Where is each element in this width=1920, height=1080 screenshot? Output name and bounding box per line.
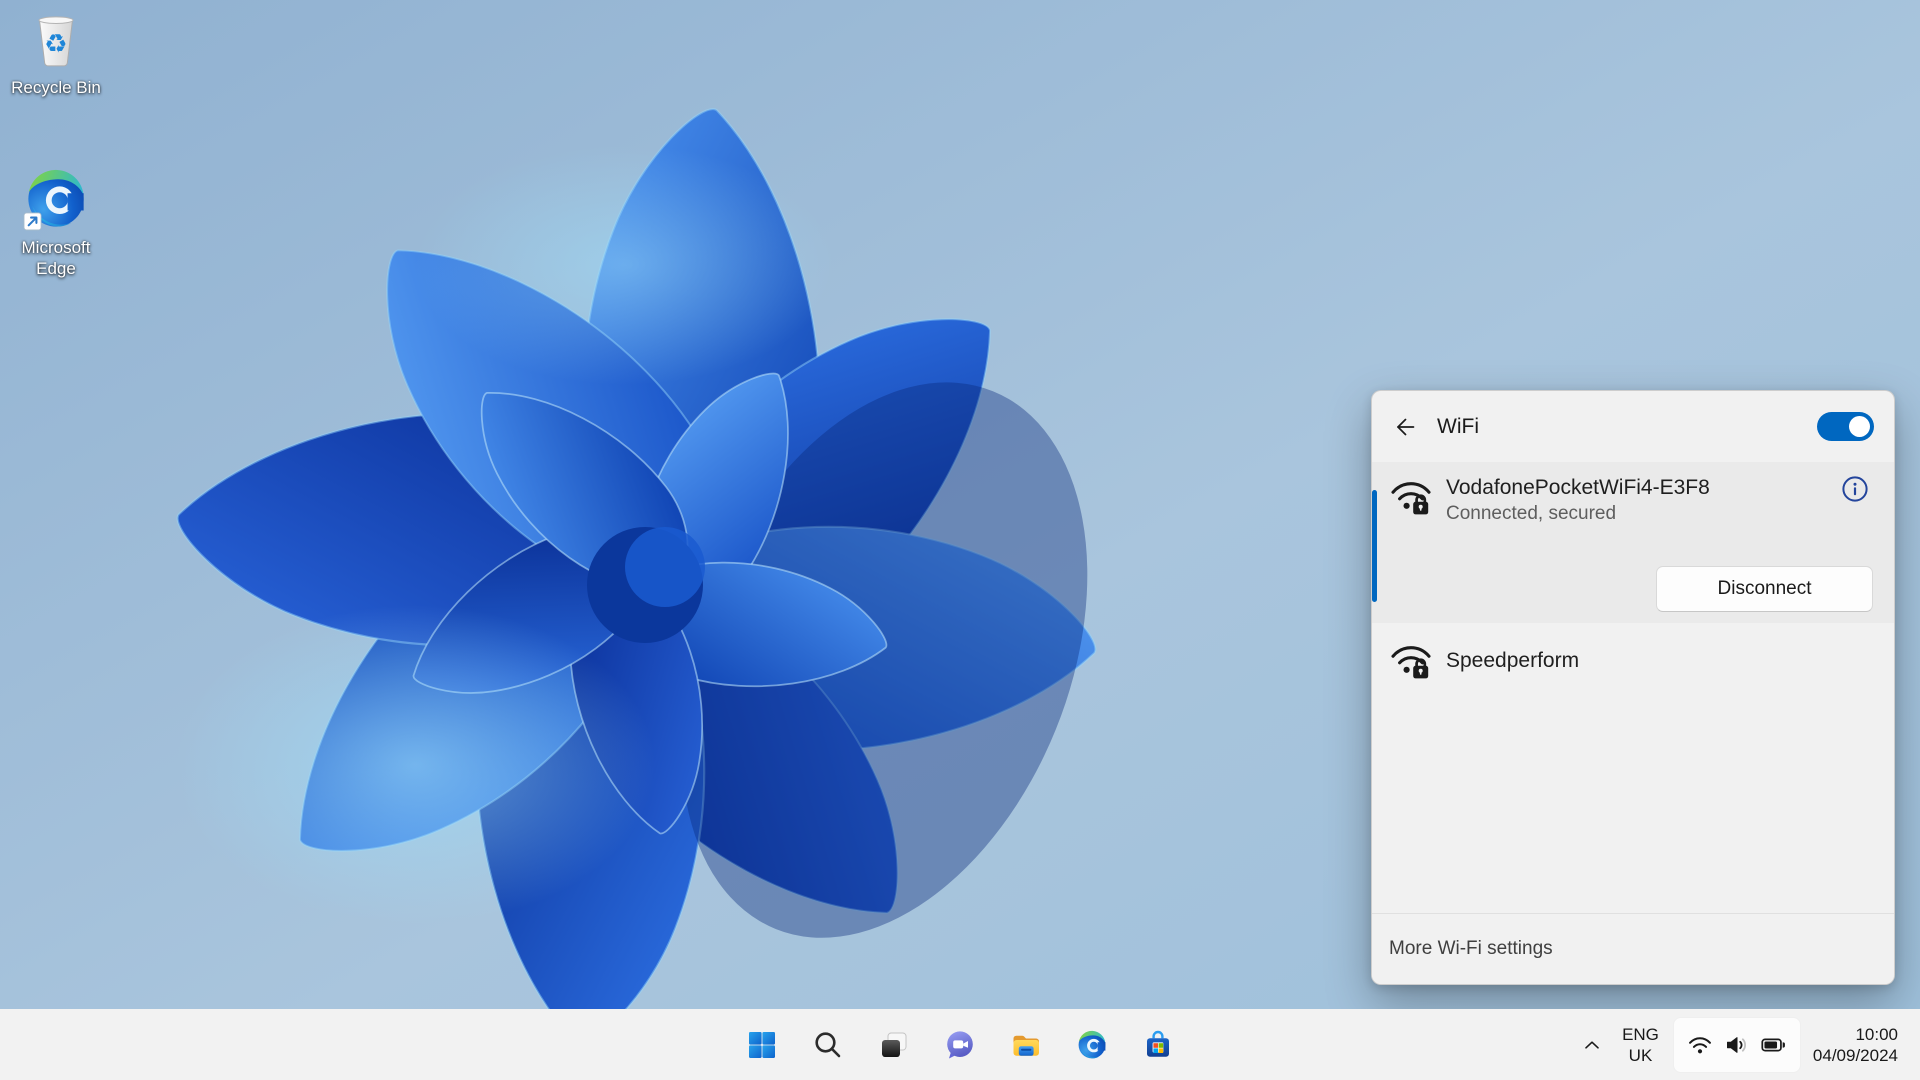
toggle-knob [1849,416,1870,437]
network-properties-button[interactable] [1840,474,1870,504]
taskbar-start-button[interactable] [745,1028,779,1062]
edge-icon [23,169,84,231]
chat-icon [947,1030,973,1058]
taskbar-task-view-button[interactable] [877,1028,911,1062]
taskbar-file-explorer-button[interactable] [1009,1028,1043,1062]
wifi-flyout-panel: WiFi VodafonePocketWiFi4-E3F8 Connected,… [1371,390,1895,985]
desktop-icon-recycle-bin[interactable]: ♻ Recycle Bin [6,10,106,98]
svg-text:♻: ♻ [44,30,67,60]
recycle-bin-icon: ♻ [38,16,74,67]
panel-title: WiFi [1437,414,1479,438]
desktop-icon-label: Recycle Bin [11,78,101,97]
edge-icon [1078,1030,1106,1058]
desktop-icon-microsoft-edge[interactable]: Microsoft Edge [6,166,106,279]
selection-accent-bar [1372,490,1377,602]
volume-icon [1726,1036,1746,1053]
wifi-secured-icon [1391,482,1431,516]
info-icon [1842,476,1868,502]
chevron-up-icon [1585,1040,1599,1049]
network-item-connected[interactable]: VodafonePocketWiFi4-E3F8 Connected, secu… [1372,462,1894,623]
more-wifi-settings-link[interactable]: More Wi-Fi settings [1372,913,1894,984]
task-view-icon [882,1032,907,1057]
file-explorer-icon [1013,1035,1039,1056]
taskbar-store-button[interactable] [1141,1028,1175,1062]
footer-label: More Wi-Fi settings [1389,938,1553,959]
taskbar-center-icons [745,1028,1175,1062]
wifi-icon [1688,1036,1711,1053]
desktop: ♻ Recycle Bin Microsoft Edge WiFi Vodafo… [0,0,1920,1080]
desktop-icon-label: Microsoft Edge [21,238,91,278]
taskbar-search-button[interactable] [811,1028,845,1062]
language-line-2: UK [1628,1045,1653,1065]
network-name: VodafonePocketWiFi4-E3F8 [1446,476,1710,499]
taskbar-tray: ENG UK 10:00 04/09/2024 [1578,1009,1898,1080]
network-item-speedperform[interactable]: Speedperform [1372,623,1894,699]
back-button[interactable] [1389,412,1419,442]
network-status: Connected, secured [1446,503,1617,524]
tray-expand-button[interactable] [1578,1028,1606,1062]
language-indicator[interactable]: ENG UK [1622,1024,1659,1066]
search-icon [815,1031,841,1057]
store-icon [1147,1030,1169,1057]
clock-date: 04/09/2024 [1812,1045,1898,1065]
network-name: Speedperform [1446,649,1580,672]
taskbar-edge-button[interactable] [1075,1028,1109,1062]
language-line-1: ENG [1622,1024,1659,1044]
clock[interactable]: 10:00 04/09/2024 [1813,1024,1898,1066]
wifi-toggle[interactable] [1817,412,1874,441]
wifi-panel-header: WiFi [1372,391,1894,462]
clock-time: 10:00 [1855,1024,1898,1044]
battery-icon [1761,1038,1785,1051]
taskbar: ENG UK 10:00 04/09/2024 [0,1009,1920,1080]
back-arrow-icon [1397,418,1415,435]
disconnect-button[interactable]: Disconnect [1656,566,1873,612]
taskbar-chat-button[interactable] [943,1028,977,1062]
start-icon [749,1031,775,1058]
wifi-secured-icon [1391,646,1431,680]
quick-settings-button[interactable] [1672,1016,1801,1073]
